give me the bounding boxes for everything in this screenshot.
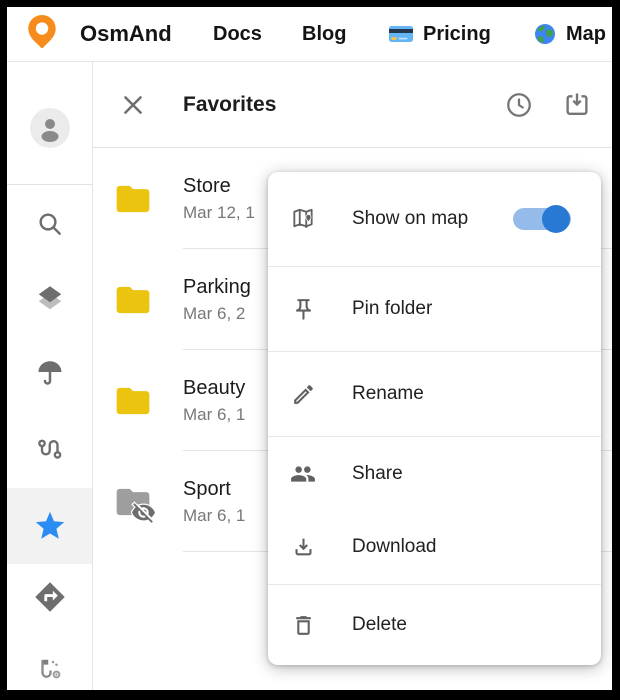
folder-icon — [113, 282, 153, 318]
recent-clock-icon[interactable] — [504, 90, 534, 120]
sidebar-item-plan-route[interactable] — [7, 643, 92, 690]
folder-name: Store — [183, 175, 255, 198]
nav-pricing-label: Pricing — [423, 23, 491, 46]
menu-item-show-on-map[interactable]: Show on map — [268, 172, 601, 266]
credit-card-icon — [388, 24, 414, 44]
star-icon — [33, 509, 67, 543]
menu-label: Download — [352, 536, 437, 558]
sidebar-divider — [7, 184, 92, 185]
app-window: OsmAnd Docs Blog Pricing — [7, 7, 612, 690]
menu-item-download[interactable]: Download — [268, 510, 601, 584]
globe-icon — [533, 22, 557, 46]
left-sidebar — [7, 62, 93, 690]
sidebar-item-profile[interactable] — [7, 100, 92, 156]
folder-date: Mar 6, 1 — [183, 405, 245, 425]
menu-item-share[interactable]: Share — [268, 437, 601, 510]
nav-link-docs[interactable]: Docs — [213, 7, 262, 61]
directions-icon — [33, 580, 67, 614]
toggle-thumb — [542, 205, 570, 233]
search-icon — [36, 210, 64, 238]
route-icon — [35, 433, 65, 463]
layers-icon — [35, 283, 65, 313]
nav-link-map[interactable]: Map — [533, 7, 606, 61]
plan-route-icon — [35, 656, 65, 686]
sidebar-item-weather[interactable] — [7, 345, 92, 401]
sidebar-item-layers[interactable] — [7, 270, 92, 326]
menu-label: Share — [352, 463, 403, 485]
nav-map-label: Map — [566, 23, 606, 46]
page-title: Favorites — [183, 93, 276, 117]
download-icon — [290, 534, 316, 560]
folder-hidden-icon — [113, 484, 153, 520]
eye-off-icon — [131, 500, 156, 525]
avatar-icon — [30, 108, 70, 148]
menu-label: Delete — [352, 614, 407, 636]
pin-icon — [290, 296, 316, 322]
umbrella-icon — [35, 358, 65, 388]
sidebar-item-search[interactable] — [7, 196, 92, 252]
map-icon — [290, 206, 316, 232]
pencil-icon — [290, 381, 316, 407]
folder-date: Mar 12, 1 — [183, 203, 255, 223]
nav-link-blog[interactable]: Blog — [302, 7, 346, 61]
menu-item-rename[interactable]: Rename — [268, 352, 601, 436]
avatar — [30, 108, 70, 148]
close-icon[interactable] — [119, 91, 147, 119]
folder-icon — [113, 181, 153, 217]
osmand-logo-icon[interactable] — [25, 14, 59, 54]
sidebar-item-navigation[interactable] — [7, 569, 92, 625]
import-icon[interactable] — [562, 90, 592, 120]
folder-date: Mar 6, 2 — [183, 304, 251, 324]
top-navbar: OsmAnd Docs Blog Pricing — [7, 7, 612, 62]
sidebar-item-tracks[interactable] — [7, 420, 92, 476]
context-menu: Show on map Pin folder Rename — [268, 172, 601, 665]
brand-title[interactable]: OsmAnd — [80, 7, 172, 61]
nav-link-pricing[interactable]: Pricing — [388, 7, 491, 61]
folder-name: Beauty — [183, 377, 245, 400]
sidebar-item-favorites[interactable] — [7, 488, 92, 564]
menu-item-pin-folder[interactable]: Pin folder — [268, 267, 601, 351]
menu-label: Show on map — [352, 208, 468, 230]
panel-header: Favorites — [93, 62, 612, 148]
folder-date: Mar 6, 1 — [183, 506, 245, 526]
folder-name: Sport — [183, 478, 245, 501]
menu-label: Pin folder — [352, 298, 432, 320]
trash-icon — [290, 612, 316, 638]
show-on-map-toggle[interactable] — [513, 205, 571, 233]
folder-name: Parking — [183, 276, 251, 299]
folder-icon — [113, 383, 153, 419]
menu-label: Rename — [352, 383, 424, 405]
menu-item-delete[interactable]: Delete — [268, 585, 601, 665]
people-icon — [290, 461, 316, 487]
